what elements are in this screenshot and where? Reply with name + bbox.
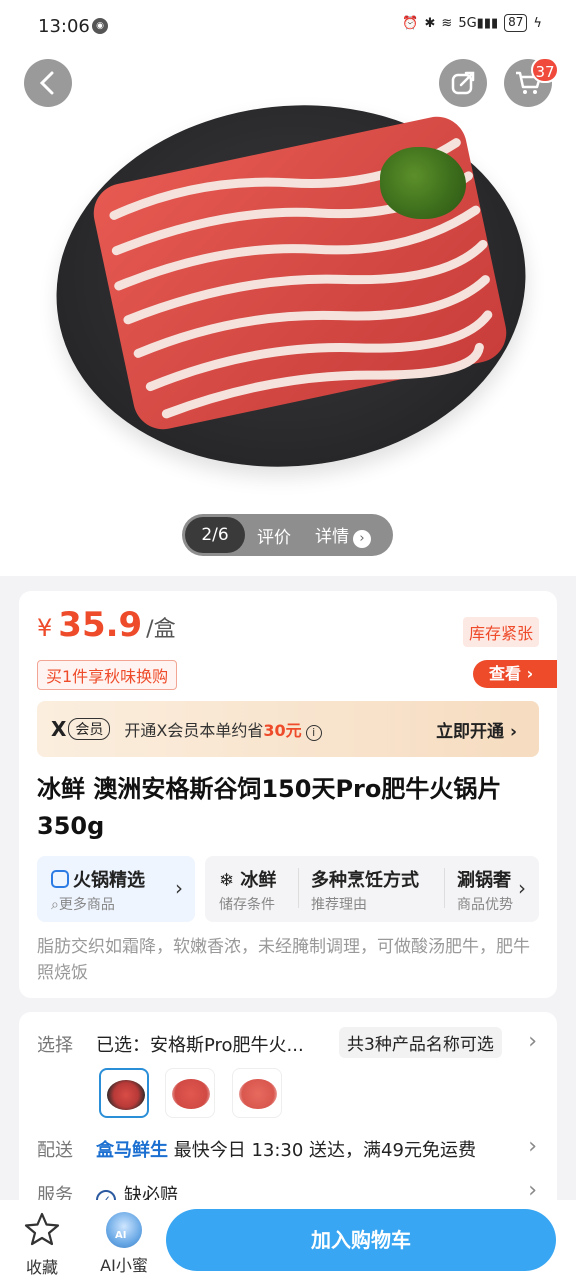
back-button[interactable] xyxy=(24,59,72,107)
view-promo-label: 查看 xyxy=(489,664,522,683)
back-arrow-icon xyxy=(39,71,54,95)
star-icon xyxy=(24,1212,60,1246)
chevron-right-icon[interactable]: › xyxy=(528,1029,537,1054)
delivery-label: 配送 xyxy=(37,1140,73,1161)
variant-thumb[interactable] xyxy=(232,1068,282,1118)
share-button[interactable] xyxy=(439,59,487,107)
battery-icon: 87 xyxy=(504,14,528,32)
signal-icon: 5G▮▮▮ xyxy=(458,15,499,31)
notification-icon: ◉ xyxy=(92,18,108,34)
gallery-pager: 2/6 评价 详情 › xyxy=(182,514,393,556)
product-description: 脂肪交织如霜降，软嫩香浓，未经腌制调理，可做酸汤肥牛，肥牛照烧饭 xyxy=(37,937,530,983)
share-icon xyxy=(451,71,475,95)
feature-strip[interactable]: ❄ 冰鲜 储存条件 多种烹饪方式 推荐理由 涮锅奢 商品优势 › xyxy=(205,856,539,922)
currency-symbol: ¥ xyxy=(37,614,53,642)
delivery-info[interactable]: 盒马鲜生 最快今日 13:30 送达，满49元免运费 xyxy=(96,1136,476,1162)
feature-shabu-label: 涮锅奢 xyxy=(457,870,511,891)
vip-open-button[interactable]: 立即开通 › xyxy=(436,717,517,742)
chevron-right-icon: › xyxy=(353,530,371,548)
status-icons: ⏰ ✱ ≋ 5G▮▮▮ 87 ϟ xyxy=(402,14,542,32)
divider xyxy=(298,868,299,908)
feature-fresh-label: ❄ 冰鲜 xyxy=(219,870,277,891)
favorite-button[interactable]: 收藏 xyxy=(20,1212,64,1278)
delivery-brand: 盒马鲜生 xyxy=(96,1140,168,1161)
view-promo-button[interactable]: 查看 › xyxy=(473,660,557,688)
feature-hotpot-sub: ⌕更多商品 xyxy=(51,897,115,913)
select-label: 选择 xyxy=(37,1035,73,1056)
favorite-label: 收藏 xyxy=(25,1258,58,1277)
product-title: 冰鲜 澳洲安格斯谷饲150天Pro肥牛火锅片 350g xyxy=(37,775,502,840)
feature-fresh-sub: 储存条件 xyxy=(219,897,275,913)
wifi-icon: ≋ xyxy=(441,15,453,31)
search-icon: ⌕ xyxy=(51,897,59,913)
vip-text: 开通X会员本单约省30元 i xyxy=(124,717,322,741)
options-card: 选择 已选：安格斯Pro肥牛火... 共3种产品名称可选 › 配送 盒马鲜生 最… xyxy=(19,1012,557,1232)
feature-shabu-sub: 商品优势 xyxy=(457,897,513,913)
status-bar: 13:06 ◉ ⏰ ✱ ≋ 5G▮▮▮ 87 ϟ xyxy=(0,0,576,52)
stock-badge: 库存紧张 xyxy=(462,617,539,647)
feature-cooking-sub: 推荐理由 xyxy=(311,897,367,913)
info-icon[interactable]: i xyxy=(305,725,322,741)
alarm-icon: ⏰ xyxy=(402,15,419,31)
selected-variant[interactable]: 已选：安格斯Pro肥牛火... xyxy=(96,1031,304,1057)
snowflake-icon: ❄ xyxy=(219,870,235,891)
feature-hotpot[interactable]: 火锅精选 ⌕更多商品 › xyxy=(37,856,195,922)
feature-hotpot-label: 火锅精选 xyxy=(51,866,145,892)
tab-reviews[interactable]: 评价 xyxy=(245,523,303,548)
cart-count-badge: 37 xyxy=(531,57,559,83)
bottom-bar: 收藏 AI AI小蜜 加入购物车 xyxy=(0,1200,576,1280)
price: ¥ 35.9 /盒 xyxy=(37,605,176,645)
hotpot-list-icon xyxy=(51,870,69,888)
divider xyxy=(444,868,445,908)
variant-count-tag[interactable]: 共3种产品名称可选 xyxy=(339,1027,502,1058)
chevron-right-icon: › xyxy=(175,876,183,900)
feature-cooking-label: 多种烹饪方式 xyxy=(311,870,419,891)
vip-tag: 会员 xyxy=(68,718,111,740)
price-unit: /盒 xyxy=(146,617,176,642)
tab-details[interactable]: 详情 › xyxy=(303,522,383,548)
product-photo-garnish xyxy=(380,147,466,219)
product-image-gallery[interactable] xyxy=(0,52,576,576)
gallery-page-indicator: 2/6 xyxy=(185,517,245,553)
vip-saving: 30元 xyxy=(263,721,302,740)
chevron-right-icon[interactable]: › xyxy=(528,1134,537,1159)
status-time: 13:06 xyxy=(38,16,90,37)
bluetooth-icon: ✱ xyxy=(424,15,436,31)
tab-details-label: 详情 xyxy=(315,527,349,547)
variant-thumb[interactable] xyxy=(165,1068,215,1118)
vip-logo-icon: X xyxy=(51,717,67,741)
product-info-card: ¥ 35.9 /盒 库存紧张 买1件享秋味换购 查看 › X 会员 开通X会员本… xyxy=(19,591,557,998)
chevron-right-icon: › xyxy=(518,876,526,900)
ai-avatar-icon: AI xyxy=(106,1212,142,1248)
ai-assistant-button[interactable]: AI AI小蜜 xyxy=(94,1212,154,1276)
add-to-cart-button[interactable]: 加入购物车 xyxy=(166,1209,556,1271)
price-value: 35.9 xyxy=(58,605,143,645)
charging-icon: ϟ xyxy=(533,15,542,31)
vip-banner[interactable]: X 会员 开通X会员本单约省30元 i 立即开通 › xyxy=(37,701,539,757)
promo-tag: 买1件享秋味换购 xyxy=(37,660,178,690)
variant-thumb[interactable] xyxy=(99,1068,149,1118)
ai-label: AI小蜜 xyxy=(100,1256,148,1275)
